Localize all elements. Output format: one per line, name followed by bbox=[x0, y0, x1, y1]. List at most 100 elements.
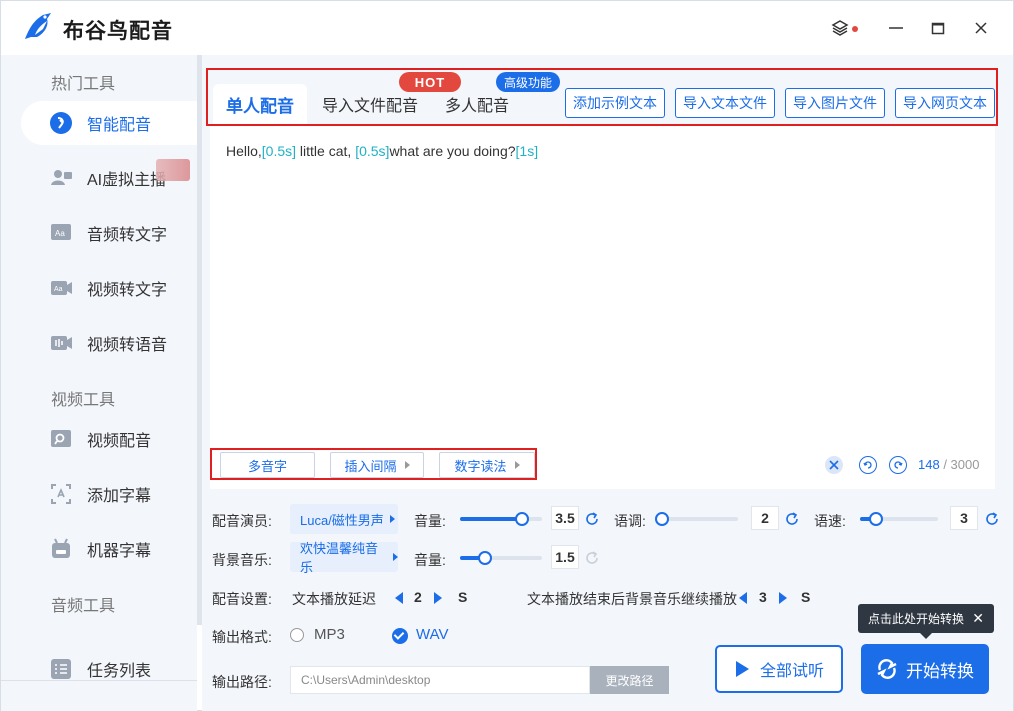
volume-value[interactable]: 3.5 bbox=[551, 506, 579, 530]
volume-label: 音量: bbox=[414, 513, 446, 529]
speed-value[interactable]: 3 bbox=[950, 506, 978, 530]
decrease-bgm-continue-icon[interactable] bbox=[739, 592, 747, 604]
polyphone-label: 多音字 bbox=[247, 458, 287, 474]
speed-slider[interactable] bbox=[860, 512, 938, 526]
delay-unit: S bbox=[458, 589, 468, 605]
start-tooltip: 点击此处开始转换 ✕ bbox=[858, 604, 994, 639]
play-icon bbox=[735, 661, 749, 677]
format-mp3-radio[interactable] bbox=[290, 628, 304, 642]
tab-bar: 单人配音 导入文件配音 多人配音 HOT 高级功能 添加示例文本 导入文本文件 … bbox=[206, 68, 998, 126]
polyphone-button[interactable]: 多音字 bbox=[220, 452, 315, 478]
video-dub-icon bbox=[49, 427, 73, 451]
start-convert-label: 开始转换 bbox=[906, 661, 974, 681]
sidebar-item-video-dubbing[interactable]: 视频配音 bbox=[21, 417, 197, 461]
maximize-icon[interactable] bbox=[925, 15, 951, 41]
sidebar-item-add-subtitle[interactable]: 添加字幕 bbox=[21, 472, 197, 516]
increase-delay-icon[interactable] bbox=[434, 592, 442, 604]
pitch-label: 语调: bbox=[614, 513, 646, 529]
tab-single-dubbing[interactable]: 单人配音 bbox=[213, 84, 307, 124]
slider-knob[interactable] bbox=[515, 512, 529, 526]
import-text-file-button[interactable]: 导入文本文件 bbox=[675, 88, 775, 118]
delay-label: 文本播放延迟 bbox=[292, 591, 376, 607]
editor-content[interactable]: Hello,[0.5s] little cat, [0.5s]what are … bbox=[226, 143, 538, 159]
reset-icon[interactable] bbox=[584, 550, 600, 566]
voice-select[interactable]: Luca/磁性男声 bbox=[290, 504, 398, 534]
char-counter: 148 / 3000 bbox=[918, 457, 979, 472]
section-audio-tools: 音频工具 bbox=[51, 598, 116, 615]
change-path-button[interactable]: 更改路径 bbox=[590, 666, 669, 694]
sidebar-item-smart-dubbing[interactable]: 智能配音 bbox=[21, 101, 197, 145]
sidebar-item-machine-subtitle[interactable]: 机器字幕 bbox=[21, 527, 197, 571]
close-icon[interactable] bbox=[968, 15, 994, 41]
slider-knob[interactable] bbox=[869, 512, 883, 526]
video-text-icon: Aa bbox=[49, 276, 73, 300]
hot-badge: HOT bbox=[399, 72, 461, 92]
reset-icon[interactable] bbox=[584, 511, 600, 527]
video-audio-icon bbox=[49, 331, 73, 355]
tooltip-text: 点击此处开始转换 bbox=[868, 612, 965, 626]
new-feature-marker bbox=[156, 159, 190, 181]
svg-text:Aa: Aa bbox=[54, 286, 63, 293]
app-window: 布谷鸟配音 热门工具 智能配音 AI虚拟主播 Aa 音频转文字 Aa 视频转文字… bbox=[0, 0, 1014, 711]
number-reading-button[interactable]: 数字读法 bbox=[439, 452, 535, 478]
bgm-continue-unit: S bbox=[801, 589, 811, 605]
sidebar-item-label: 智能配音 bbox=[87, 117, 152, 134]
layers-icon[interactable] bbox=[827, 15, 853, 41]
reset-icon[interactable] bbox=[984, 511, 1000, 527]
bgm-volume-value[interactable]: 1.5 bbox=[551, 545, 579, 569]
bgm-continue-value[interactable]: 3 bbox=[759, 589, 767, 605]
volume-slider[interactable] bbox=[460, 512, 542, 526]
pause-tag[interactable]: [0.5s] bbox=[262, 143, 296, 159]
section-hot-tools: 热门工具 bbox=[51, 76, 116, 93]
format-mp3-label[interactable]: MP3 bbox=[314, 626, 345, 643]
start-convert-button[interactable]: 开始转换 bbox=[861, 644, 989, 694]
slider-fill bbox=[460, 517, 522, 521]
bgm-volume-slider[interactable] bbox=[460, 551, 542, 565]
reset-icon[interactable] bbox=[784, 511, 800, 527]
format-wav-label[interactable]: WAV bbox=[416, 626, 449, 643]
pitch-value[interactable]: 2 bbox=[751, 506, 779, 530]
redo-icon[interactable] bbox=[889, 456, 907, 474]
pause-tag[interactable]: [0.5s] bbox=[355, 143, 389, 159]
pro-feature-badge: 高级功能 bbox=[496, 72, 560, 92]
main-panel: 单人配音 导入文件配音 多人配音 HOT 高级功能 添加示例文本 导入文本文件 … bbox=[202, 55, 1013, 711]
sidebar-item-label: 机器字幕 bbox=[87, 543, 152, 560]
clear-text-icon[interactable] bbox=[825, 456, 843, 474]
bgm-select[interactable]: 欢快温馨纯音乐 bbox=[290, 541, 398, 575]
output-path-input[interactable]: C:\Users\Admin\desktop bbox=[290, 666, 590, 694]
undo-icon[interactable] bbox=[859, 456, 877, 474]
slider-knob[interactable] bbox=[655, 512, 669, 526]
preview-all-button[interactable]: 全部试听 bbox=[715, 645, 843, 693]
slider-knob[interactable] bbox=[478, 551, 492, 565]
app-title: 布谷鸟配音 bbox=[63, 20, 173, 43]
editor-text-segment: what are you doing? bbox=[389, 143, 516, 159]
sidebar-item-video-to-audio[interactable]: 视频转语音 bbox=[21, 321, 197, 365]
import-web-text-button[interactable]: 导入网页文本 bbox=[895, 88, 995, 118]
increase-bgm-continue-icon[interactable] bbox=[779, 592, 787, 604]
add-sample-text-button[interactable]: 添加示例文本 bbox=[565, 88, 665, 118]
sidebar-item-task-list[interactable]: 任务列表 bbox=[21, 647, 197, 691]
task-list-icon bbox=[49, 657, 73, 681]
format-wav-radio[interactable] bbox=[392, 628, 408, 644]
insert-pause-button[interactable]: 插入间隔 bbox=[330, 452, 424, 478]
pause-tag[interactable]: [1s] bbox=[516, 143, 539, 159]
notification-dot-icon bbox=[852, 26, 858, 32]
sidebar-item-label: 音频转文字 bbox=[87, 227, 168, 244]
chevron-right-icon bbox=[404, 461, 410, 469]
pitch-slider[interactable] bbox=[655, 512, 738, 526]
sidebar-item-video-to-text[interactable]: Aa 视频转文字 bbox=[21, 266, 197, 310]
bgm-value: 欢快温馨纯音乐 bbox=[300, 541, 379, 575]
editor-text-segment: Hello, bbox=[226, 143, 262, 159]
tooltip-close-icon[interactable]: ✕ bbox=[972, 610, 984, 627]
voice-icon bbox=[49, 111, 73, 135]
editor-text-segment: little cat, bbox=[296, 143, 356, 159]
chevron-right-icon bbox=[393, 553, 398, 561]
import-image-file-button[interactable]: 导入图片文件 bbox=[785, 88, 885, 118]
text-editor[interactable]: Hello,[0.5s] little cat, [0.5s]what are … bbox=[210, 126, 995, 489]
speed-label: 语速: bbox=[814, 513, 846, 529]
delay-value[interactable]: 2 bbox=[414, 589, 422, 605]
sidebar-item-audio-to-text[interactable]: Aa 音频转文字 bbox=[21, 211, 197, 255]
avatar-host-icon bbox=[49, 166, 73, 190]
decrease-delay-icon[interactable] bbox=[395, 592, 403, 604]
minimize-icon[interactable] bbox=[883, 15, 909, 41]
